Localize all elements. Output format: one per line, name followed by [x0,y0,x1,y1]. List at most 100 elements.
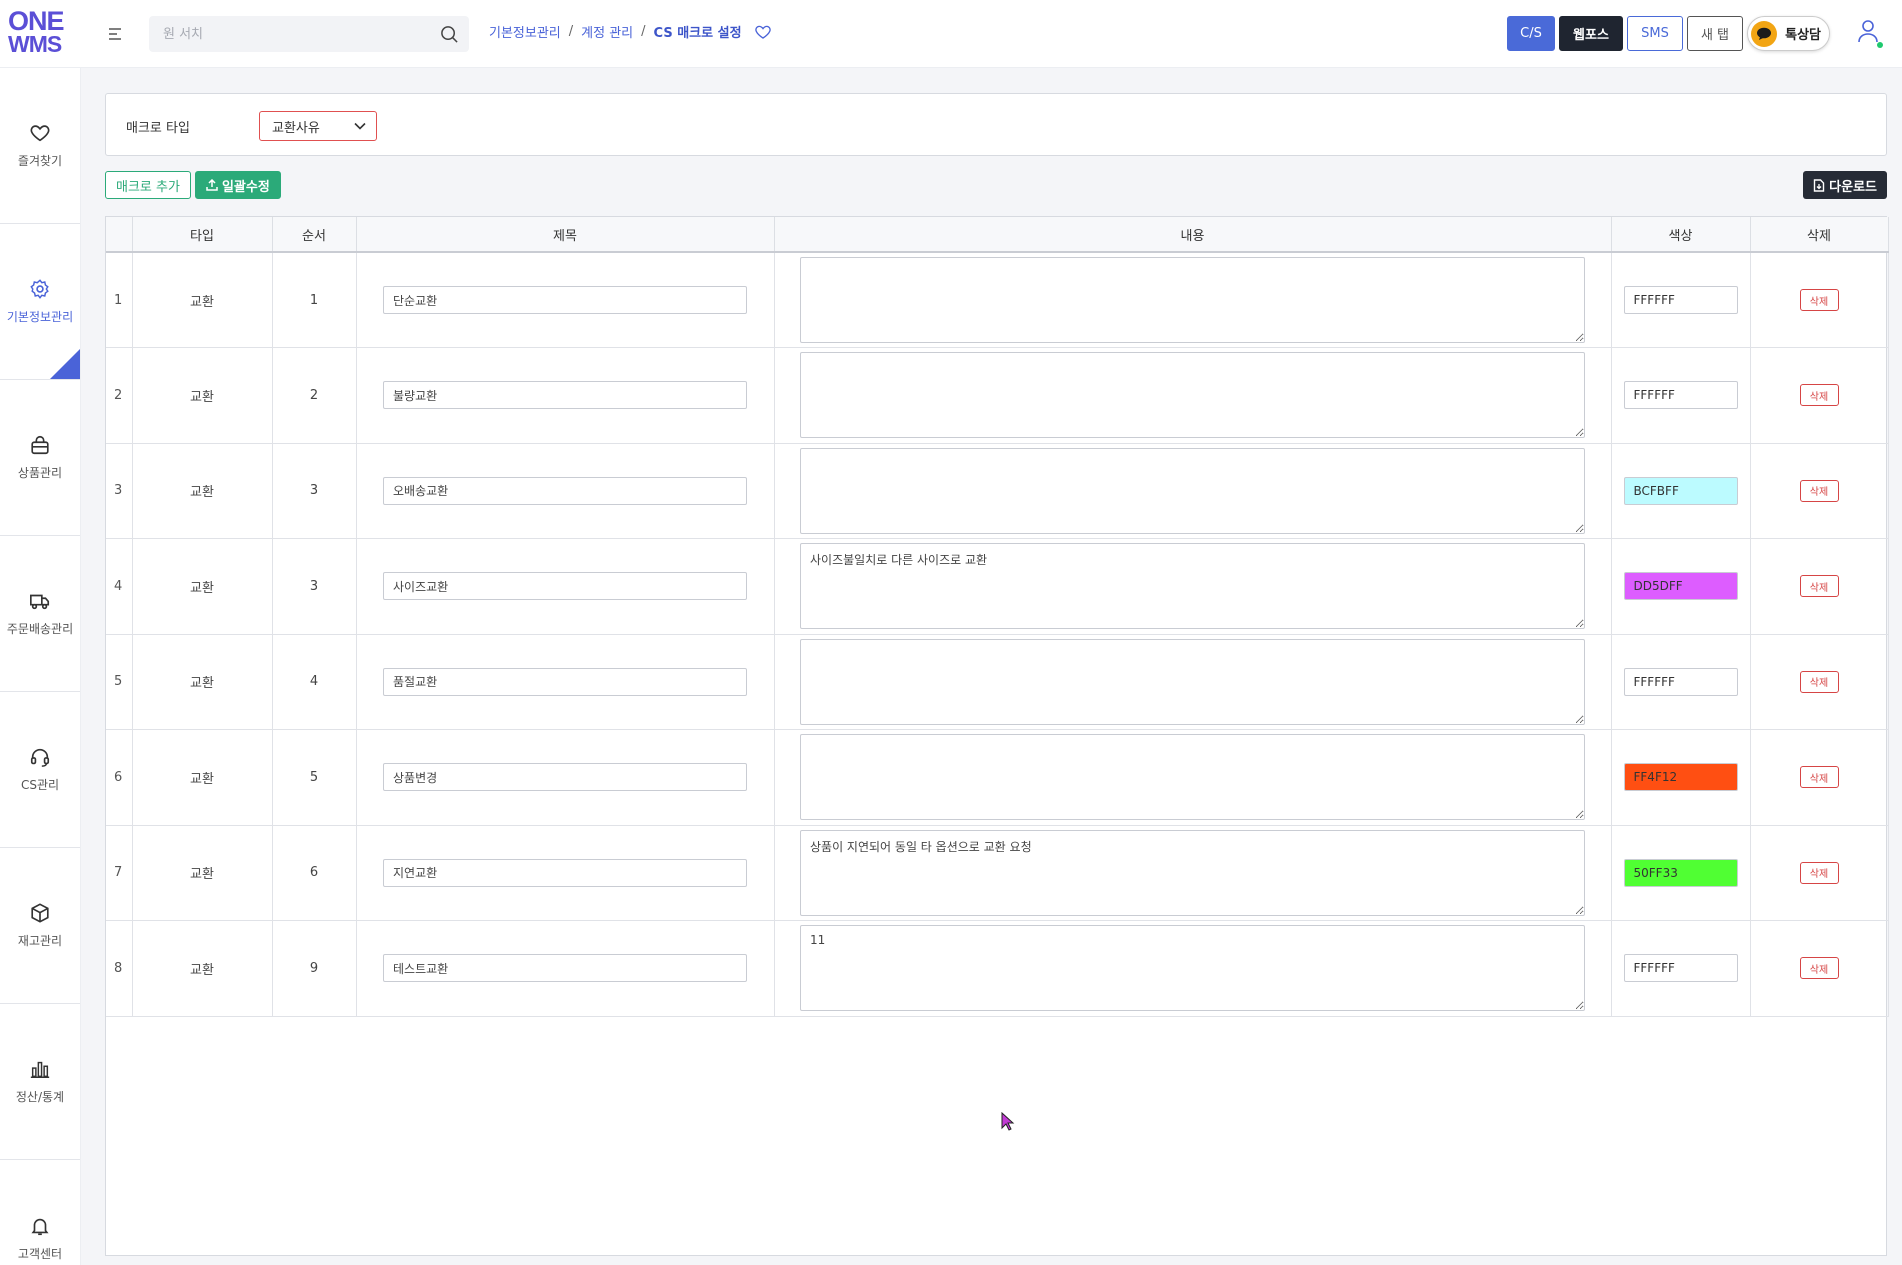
cell-title [356,825,775,921]
content-textarea[interactable]: 상품이 지연되어 동일 타 옵션으로 교환 요청 [800,829,1585,916]
cell-title [356,347,775,444]
content-textarea[interactable]: 사이즈불일치로 다른 사이즈로 교환 [800,543,1585,630]
table-row: 2교환2 삭제 [106,347,1889,444]
sidebar-item-products[interactable]: 상품관리 [0,380,80,536]
row-number: 4 [106,538,133,635]
macro-table: 타입 순서 제목 내용 색상 삭제 1교환1삭제2교환2삭제3교환3삭제4교환3… [106,217,1889,1017]
breadcrumb-item-basic-info[interactable]: 기본정보관리 [489,22,561,41]
color-input[interactable] [1623,667,1738,696]
title-input[interactable] [383,381,747,410]
new-tab-button[interactable]: 새 탭 [1687,16,1743,51]
download-button[interactable]: 다운로드 [1803,171,1887,199]
cell-order: 6 [272,825,357,921]
color-input[interactable] [1623,286,1738,314]
color-input[interactable] [1623,476,1738,505]
menu-toggle-icon[interactable] [106,25,124,43]
cell-title [356,729,775,826]
add-macro-button[interactable]: 매크로 추가 [105,171,191,199]
title-input[interactable] [383,858,747,887]
title-input[interactable] [383,763,747,792]
content-textarea[interactable] [800,734,1585,821]
column-header-type[interactable]: 타입 [132,217,273,253]
cell-title [356,252,775,348]
sms-button[interactable]: SMS [1627,16,1683,51]
sidebar-item-label: 기본정보관리 [6,310,74,324]
content-textarea[interactable] [800,257,1585,343]
color-input[interactable] [1623,954,1738,983]
row-number: 5 [106,634,133,730]
delete-button[interactable]: 삭제 [1799,766,1839,789]
content-textarea[interactable] [800,352,1585,439]
delete-button[interactable]: 삭제 [1799,575,1839,598]
delete-button[interactable]: 삭제 [1799,670,1839,693]
delete-button[interactable]: 삭제 [1799,957,1839,980]
content-textarea[interactable]: 11 [800,925,1585,1012]
cell-type: 교환 [132,252,273,348]
column-header-order[interactable]: 순서 [272,217,357,253]
talk-consult-button[interactable]: 톡상담 [1747,16,1830,51]
sidebar-item-inventory[interactable]: 재고관리 [0,848,80,1004]
logo-text-one: ONE [8,6,65,36]
cell-color [1611,538,1751,635]
macro-grid: 타입 순서 제목 내용 색상 삭제 1교환1삭제2교환2삭제3교환3삭제4교환3… [105,216,1889,1256]
macro-type-select[interactable]: 교환사유 [259,111,377,141]
color-input[interactable] [1623,381,1738,410]
favorite-heart-icon[interactable] [754,23,772,41]
delete-button[interactable]: 삭제 [1799,479,1839,502]
column-header-content[interactable]: 내용 [774,217,1612,253]
sidebar-item-favorites[interactable]: 즐겨찾기 [0,68,80,224]
breadcrumb-separator: / [568,24,574,39]
sidebar-item-orders[interactable]: 주문배송관리 [0,536,80,692]
bulk-edit-button[interactable]: 일괄수정 [194,171,281,199]
color-input[interactable] [1623,572,1738,601]
cell-order: 3 [272,538,357,635]
truck-icon [30,594,50,610]
sidebar-item-cs[interactable]: CS관리 [0,692,80,848]
user-profile-icon[interactable] [1856,18,1883,48]
color-input[interactable] [1623,763,1738,792]
search-icon[interactable] [440,25,459,44]
cs-button[interactable]: C/S [1507,16,1555,51]
chevron-down-icon [354,122,366,130]
title-input[interactable] [383,954,747,983]
bar-chart-icon [30,1061,50,1078]
sidebar-item-customer-center[interactable]: 고객센터 [0,1160,80,1265]
webpos-button[interactable]: 웹포스 [1559,16,1623,51]
cell-type: 교환 [132,347,273,444]
action-bar: 매크로 추가 일괄수정 [105,171,281,199]
sidebar-item-basic-info[interactable]: 기본정보관리 [0,224,80,380]
row-number: 8 [106,920,133,1017]
app-logo[interactable]: ONE WMS [8,6,66,58]
sidebar-item-settlement[interactable]: 정산/통계 [0,1004,80,1160]
column-header-delete[interactable]: 삭제 [1750,217,1889,253]
cell-color [1611,920,1751,1017]
title-input[interactable] [383,667,747,696]
cell-delete: 삭제 [1750,634,1889,730]
bulk-edit-label: 일괄수정 [221,179,270,195]
content-textarea[interactable] [800,447,1585,534]
sidebar-item-label: 고객센터 [17,1246,63,1261]
title-input[interactable] [383,572,747,601]
delete-button[interactable]: 삭제 [1799,384,1839,407]
title-input[interactable] [383,286,747,314]
table-row: 3교환3 삭제 [106,443,1889,539]
color-input[interactable] [1623,858,1738,887]
upload-icon [206,179,218,191]
title-input[interactable] [383,476,747,505]
table-row: 7교환6 상품이 지연되어 동일 타 옵션으로 교환 요청 삭제 [106,825,1889,921]
talk-consult-label: 톡상담 [1785,28,1821,43]
column-header-title[interactable]: 제목 [356,217,775,253]
column-header-color[interactable]: 색상 [1611,217,1751,253]
delete-button[interactable]: 삭제 [1799,861,1839,884]
file-download-icon [1813,178,1825,192]
cell-title [356,538,775,635]
sidebar-item-label: 정산/통계 [15,1090,65,1104]
delete-button[interactable]: 삭제 [1799,289,1839,311]
cell-delete: 삭제 [1750,538,1889,635]
breadcrumb-item-account[interactable]: 계정 관리 [581,22,633,41]
cell-order: 3 [272,443,357,539]
sidebar-item-label: 즐겨찾기 [17,154,63,168]
content-textarea[interactable] [800,638,1585,725]
cell-delete: 삭제 [1750,443,1889,539]
search-input[interactable] [149,16,469,52]
